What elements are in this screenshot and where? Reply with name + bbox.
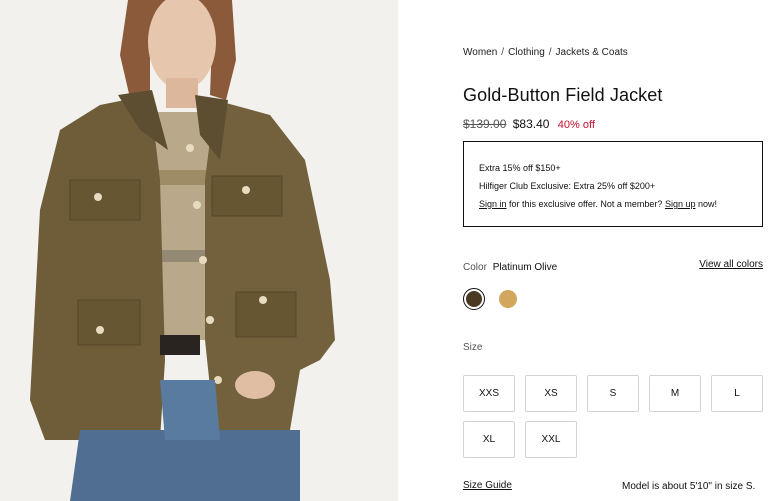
size-guide-link[interactable]: Size Guide: [463, 480, 512, 491]
promo-line-2: Hilfiger Club Exclusive: Extra 25% off $…: [479, 181, 656, 191]
view-all-colors-link[interactable]: View all colors: [699, 259, 763, 270]
product-info-panel: Women / Clothing / Jackets & Coats Gold-Butt…: [463, 0, 763, 501]
breadcrumb-women[interactable]: Women: [463, 47, 497, 58]
size-m-button[interactable]: M: [649, 375, 701, 412]
sale-price: $83.40: [512, 117, 550, 131]
promo-box: Extra 15% off $150+ Hilfiger Club Exclus…: [463, 141, 763, 227]
size-xxl-button[interactable]: XXL: [525, 421, 577, 458]
swatch-fill: [499, 290, 517, 308]
swatch-platinum-olive[interactable]: [463, 288, 485, 310]
size-label: Size: [463, 342, 483, 353]
color-swatches: [463, 288, 519, 310]
color-label-text: Color: [463, 262, 487, 273]
breadcrumb-separator: /: [548, 47, 552, 58]
sign-in-link[interactable]: Sign in: [479, 199, 507, 209]
swatch-fill: [466, 291, 482, 307]
breadcrumb-clothing[interactable]: Clothing: [508, 47, 545, 58]
product-photo-illustration: [0, 0, 398, 501]
promo-line-3-end: now!: [695, 199, 717, 209]
size-xl-button[interactable]: XL: [463, 421, 515, 458]
selected-color-name: Platinum Olive: [492, 262, 558, 273]
color-label: Color Platinum Olive: [463, 262, 557, 273]
price-row: $139.00 $83.40 40% off: [463, 117, 595, 131]
sign-up-link[interactable]: Sign up: [665, 199, 696, 209]
size-l-button[interactable]: L: [711, 375, 763, 412]
original-price: $139.00: [463, 117, 507, 131]
size-s-button[interactable]: S: [587, 375, 639, 412]
promo-line-3: Sign in for this exclusive offer. Not a …: [479, 195, 747, 213]
swatch-tan[interactable]: [497, 288, 519, 310]
breadcrumb: Women / Clothing / Jackets & Coats: [463, 47, 628, 58]
breadcrumb-jackets-coats[interactable]: Jackets & Coats: [556, 47, 628, 58]
discount-badge: 40% off: [557, 119, 595, 131]
size-xxs-button[interactable]: XXS: [463, 375, 515, 412]
model-size-note: Model is about 5'10" in size S.: [622, 481, 756, 492]
size-xs-button[interactable]: XS: [525, 375, 577, 412]
breadcrumb-separator: /: [501, 47, 505, 58]
promo-line-1: Extra 15% off $150+: [479, 163, 561, 173]
product-image[interactable]: [0, 0, 398, 501]
promo-line-3-middle: for this exclusive offer. Not a member?: [506, 199, 665, 209]
product-title: Gold-Button Field Jacket: [463, 85, 663, 105]
size-options: XXS XS S M L XL XXL: [463, 375, 772, 458]
